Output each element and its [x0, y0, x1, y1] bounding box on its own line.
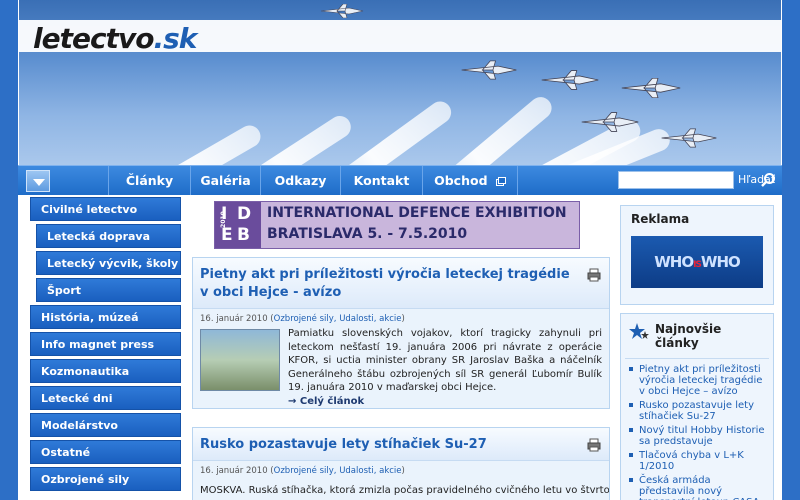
article-meta: 16. január 2010 (Ozbrojené sily, Udalost…	[200, 466, 405, 476]
sidebar-item-letecky-vycvik[interactable]: Letecký výcvik, školy	[36, 251, 181, 275]
print-icon[interactable]	[587, 438, 601, 452]
article-meta: 16. január 2010 (Ozbrojené sily, Udalost…	[200, 314, 405, 324]
jet-icon	[661, 128, 717, 148]
sidebar-item-historia[interactable]: História, múzeá	[30, 305, 181, 329]
news-item[interactable]: Tlačová chyba v L+K 1/2010	[625, 450, 769, 472]
nav-item-kontakt[interactable]: Kontakt	[340, 166, 422, 196]
nav-item-galeria[interactable]: Galéria	[190, 166, 260, 196]
nav-item-clanky[interactable]: Články	[108, 166, 190, 196]
article-title[interactable]: Pietny akt pri príležitosti výročia lete…	[193, 258, 609, 309]
jet-icon	[581, 112, 639, 132]
news-item[interactable]: Nový titul Hobby Historie sa predstavuje	[625, 425, 769, 447]
article-excerpt: Pamiatku slovenských vojakov, ktorí trag…	[288, 328, 602, 393]
ad-box: Reklama WHOISWHO	[620, 205, 774, 305]
sidebar-item-ostatne[interactable]: Ostatné	[30, 440, 181, 464]
article-card: Pietny akt pri príležitosti výročia lete…	[192, 257, 610, 409]
banner-title: INTERNATIONAL DEFENCE EXHIBITION	[267, 205, 567, 221]
nav-dropdown-icon[interactable]	[26, 170, 50, 192]
article-date: 16. január 2010	[200, 466, 268, 476]
nav-item-obchod[interactable]: Obchod	[422, 166, 518, 196]
ideb-year: 2010	[219, 211, 227, 228]
sidebar-item-kozmonautika[interactable]: Kozmonautika	[30, 359, 181, 383]
news-item[interactable]: Česká armáda představila nový transportn…	[625, 475, 769, 500]
sidebar-item-sport[interactable]: Šport	[36, 278, 181, 302]
logo-domain: .sk	[153, 22, 197, 55]
who-right: WHO	[700, 253, 741, 271]
article-title-text: Rusko pozastavuje lety stíhačiek Su-27	[200, 437, 487, 452]
ideb-letter: E	[221, 225, 233, 245]
search-icon[interactable]	[760, 172, 776, 188]
site-logo[interactable]: letectvo.sk	[33, 22, 197, 55]
who-mid: IS	[693, 260, 702, 270]
search-input[interactable]	[618, 171, 734, 189]
article-body: Pamiatku slovenských vojakov, ktorí trag…	[193, 327, 609, 407]
article-tags[interactable]: Ozbrojené sily, Udalosti, akcie	[274, 314, 402, 324]
sidebar-item-letecke-dni[interactable]: Letecké dni	[30, 386, 181, 410]
who-left: WHO	[654, 253, 694, 271]
star-icon	[629, 323, 649, 339]
read-more-link[interactable]: → Celý článok	[288, 396, 602, 407]
news-item[interactable]: Pietny akt pri príležitosti výročia lete…	[625, 364, 769, 397]
ideb-banner-ad[interactable]: I D E B 2010 INTERNATIONAL DEFENCE EXHIB…	[214, 201, 580, 249]
ideb-letter: D	[237, 204, 252, 224]
external-window-icon	[495, 177, 506, 186]
banner-subtitle: BRATISLAVA 5. - 7.5.2010	[267, 226, 468, 242]
article-date: 16. január 2010	[200, 314, 268, 324]
sidebar-item-civilne-letectvo[interactable]: Civilné letectvo	[30, 197, 181, 221]
jet-icon	[621, 78, 681, 98]
article-excerpt: MOSKVA. Ruská stíhačka, ktorá zmizla poč…	[200, 485, 609, 496]
ideb-letter: B	[237, 225, 250, 245]
main-nav: Články Galéria Odkazy Kontakt Obchod Hľa…	[18, 165, 782, 196]
article-title[interactable]: Rusko pozastavuje lety stíhačiek Su-27	[193, 428, 609, 461]
nav-item-odkazy[interactable]: Odkazy	[260, 166, 340, 196]
ideb-logo: I D E B 2010	[215, 202, 261, 248]
logo-text: letectvo	[33, 22, 154, 55]
nav-item-obchod-label: Obchod	[434, 173, 488, 188]
sidebar-item-letecka-doprava[interactable]: Letecká doprava	[36, 224, 181, 248]
whoiswho-ad[interactable]: WHOISWHO	[631, 236, 763, 288]
article-title-text: Pietny akt pri príležitosti výročia lete…	[200, 267, 570, 300]
page-content: Civilné letectvo Letecká doprava Letecký…	[18, 195, 782, 500]
header-banner: letectvo.sk	[18, 0, 782, 165]
print-icon[interactable]	[587, 268, 601, 282]
article-card: Rusko pozastavuje lety stíhačiek Su-27 1…	[192, 427, 610, 500]
sidebar-item-ozbrojene-sily[interactable]: Ozbrojené sily	[30, 467, 181, 491]
sidebar-item-info-magnet[interactable]: Info magnet press	[30, 332, 181, 356]
sidebar: Civilné letectvo Letecká doprava Letecký…	[30, 197, 181, 494]
article-tags[interactable]: Ozbrojené sily, Udalosti, akcie	[274, 466, 402, 476]
jet-icon	[320, 4, 364, 18]
divider	[625, 358, 769, 359]
sidebar-item-modelarstvo[interactable]: Modelárstvo	[30, 413, 181, 437]
jet-icon	[541, 70, 599, 90]
latest-articles-box: Najnovšie články Pietny akt pri príležit…	[620, 313, 774, 500]
smoke-trail	[80, 121, 265, 165]
article-thumbnail[interactable]	[200, 329, 280, 391]
news-item[interactable]: Rusko pozastavuje lety stíhačiek Su-27	[625, 400, 769, 422]
jet-icon	[461, 60, 517, 80]
ad-box-title: Reklama	[631, 212, 690, 226]
